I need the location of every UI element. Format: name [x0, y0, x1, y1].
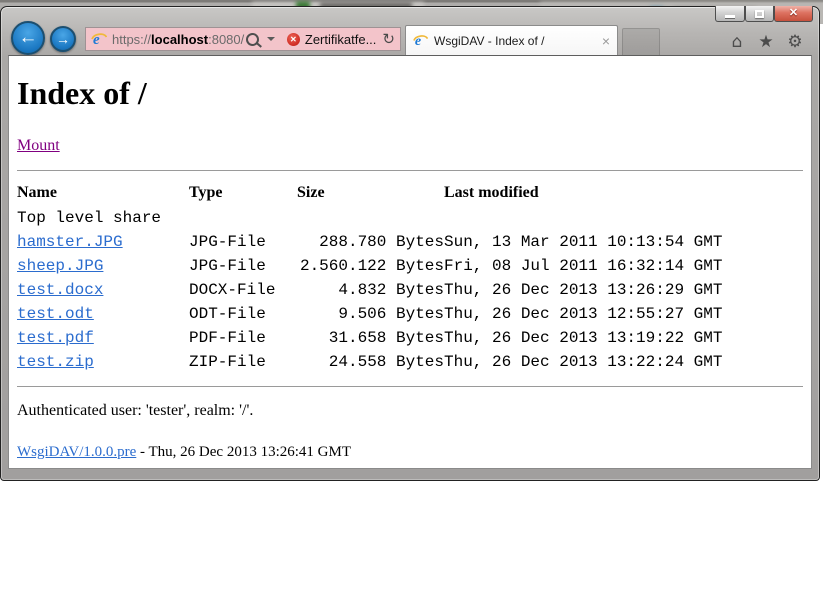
table-header-row: Name Type Size Last modified [17, 180, 746, 206]
ie-logo-icon: e [91, 31, 107, 47]
column-header-modified: Last modified [444, 180, 746, 206]
file-size-cell: 2.560.122 Bytes [297, 254, 444, 278]
tab-title: WsgiDAV - Index of / [434, 34, 544, 48]
file-type-cell: JPG-File [189, 254, 297, 278]
file-link[interactable]: test.pdf [17, 329, 94, 347]
file-modified-cell: Fri, 08 Jul 2011 16:32:14 GMT [444, 254, 746, 278]
tab-close-icon[interactable]: × [602, 34, 610, 48]
minimize-icon [725, 15, 735, 18]
file-type-cell: JPG-File [189, 230, 297, 254]
file-size-cell: 288.780 Bytes [297, 230, 444, 254]
url-path: :8080/ [208, 32, 244, 47]
file-name-cell: test.pdf [17, 326, 189, 350]
file-name-cell: test.odt [17, 302, 189, 326]
file-size-cell: 31.658 Bytes [297, 326, 444, 350]
file-modified-cell: Thu, 26 Dec 2013 13:22:24 GMT [444, 350, 746, 374]
file-name-cell: hamster.JPG [17, 230, 189, 254]
table-row: sheep.JPG JPG-File 2.560.122 Bytes Fri, … [17, 254, 746, 278]
browser-toolbar-icons: ⌂ ★ ⚙ [727, 32, 805, 52]
file-type-cell: ZIP-File [189, 350, 297, 374]
url-text[interactable]: https://localhost:8080/ [112, 32, 244, 47]
back-button[interactable]: ← [11, 21, 45, 55]
file-link[interactable]: hamster.JPG [17, 233, 123, 251]
file-modified-cell: Thu, 26 Dec 2013 13:19:22 GMT [444, 326, 746, 350]
certificate-error-icon[interactable]: ✕ [287, 33, 300, 46]
minimize-button[interactable] [715, 6, 745, 22]
footer-timestamp: - Thu, 26 Dec 2013 13:26:41 GMT [136, 444, 351, 460]
settings-gear-icon[interactable]: ⚙ [785, 32, 805, 52]
file-link[interactable]: test.odt [17, 305, 94, 323]
refresh-icon[interactable]: ↻ [382, 32, 395, 47]
page-title: Index of / [17, 76, 803, 111]
file-table-body: Top level share hamster.JPG JPG-File 288… [17, 206, 746, 374]
mount-row: Mount [17, 137, 803, 155]
home-icon[interactable]: ⌂ [727, 32, 747, 52]
forward-arrow-icon: → [56, 31, 70, 47]
share-note: Top level share [17, 206, 746, 230]
certificate-error-label[interactable]: Zertifikatfe... [305, 32, 377, 47]
maximize-icon [755, 10, 764, 18]
ie-logo-icon: e [413, 33, 428, 48]
authenticated-user-line: Authenticated user: 'tester', realm: '/'… [17, 402, 803, 420]
server-footer: WsgiDAV/1.0.0.pre - Thu, 26 Dec 2013 13:… [17, 444, 803, 461]
file-table: Name Type Size Last modified Top level s… [17, 180, 746, 374]
url-host: localhost [151, 32, 208, 47]
file-link[interactable]: test.zip [17, 353, 94, 371]
table-row: test.zip ZIP-File 24.558 Bytes Thu, 26 D… [17, 350, 746, 374]
table-row: hamster.JPG JPG-File 288.780 Bytes Sun, … [17, 230, 746, 254]
share-note-row: Top level share [17, 206, 746, 230]
file-type-cell: ODT-File [189, 302, 297, 326]
file-link[interactable]: sheep.JPG [17, 257, 103, 275]
back-arrow-icon: ← [19, 27, 38, 49]
file-name-cell: test.docx [17, 278, 189, 302]
favorites-star-icon[interactable]: ★ [756, 32, 776, 52]
screenshot-root: ✕ ← → e https://localhost:8080/ ✕ Zertif… [0, 0, 823, 600]
column-header-type: Type [189, 180, 297, 206]
file-name-cell: test.zip [17, 350, 189, 374]
search-icon[interactable] [246, 33, 259, 46]
forward-button[interactable]: → [50, 26, 76, 52]
file-name-cell: sheep.JPG [17, 254, 189, 278]
file-modified-cell: Sun, 13 Mar 2011 10:13:54 GMT [444, 230, 746, 254]
table-row: test.pdf PDF-File 31.658 Bytes Thu, 26 D… [17, 326, 746, 350]
new-tab-button[interactable] [622, 28, 660, 55]
column-header-size: Size [297, 180, 444, 206]
browser-tab[interactable]: e WsgiDAV - Index of / × [405, 25, 618, 55]
divider [17, 386, 803, 388]
file-size-cell: 24.558 Bytes [297, 350, 444, 374]
table-row: test.odt ODT-File 9.506 Bytes Thu, 26 De… [17, 302, 746, 326]
url-protocol: https:// [112, 32, 151, 47]
file-type-cell: PDF-File [189, 326, 297, 350]
maximize-button[interactable] [745, 6, 774, 22]
browser-window: ✕ ← → e https://localhost:8080/ ✕ Zertif… [0, 6, 820, 481]
chevron-down-icon[interactable] [267, 37, 275, 41]
page-content: Index of / Mount Name Type Size Last mod… [8, 55, 812, 469]
file-type-cell: DOCX-File [189, 278, 297, 302]
file-link[interactable]: test.docx [17, 281, 103, 299]
file-modified-cell: Thu, 26 Dec 2013 12:55:27 GMT [444, 302, 746, 326]
file-size-cell: 9.506 Bytes [297, 302, 444, 326]
close-icon: ✕ [789, 8, 798, 19]
file-size-cell: 4.832 Bytes [297, 278, 444, 302]
server-version-link[interactable]: WsgiDAV/1.0.0.pre [17, 444, 136, 460]
column-header-name: Name [17, 180, 189, 206]
mount-link[interactable]: Mount [17, 137, 60, 154]
address-bar[interactable]: e https://localhost:8080/ ✕ Zertifikatfe… [85, 27, 401, 51]
close-window-button[interactable]: ✕ [774, 6, 813, 22]
file-modified-cell: Thu, 26 Dec 2013 13:26:29 GMT [444, 278, 746, 302]
divider [17, 170, 803, 172]
table-row: test.docx DOCX-File 4.832 Bytes Thu, 26 … [17, 278, 746, 302]
